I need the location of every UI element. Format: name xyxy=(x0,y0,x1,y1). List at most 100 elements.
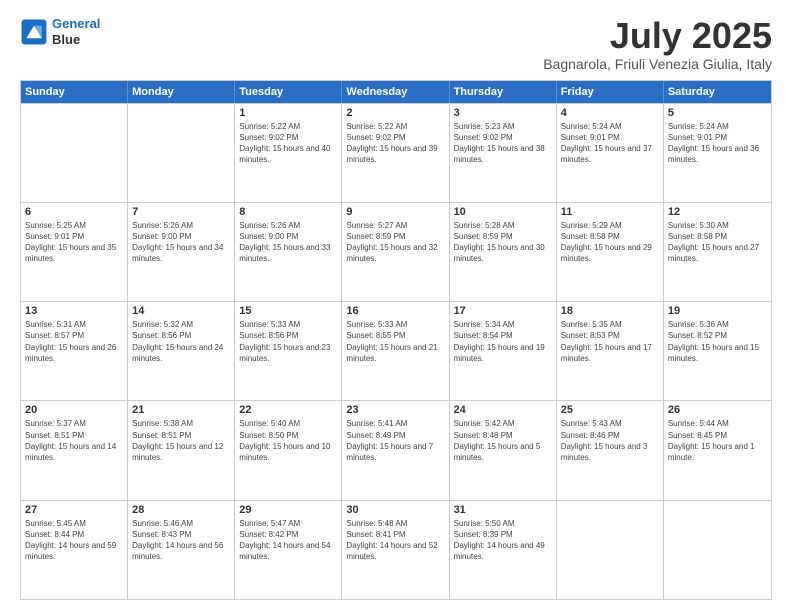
header: General Blue July 2025 Bagnarola, Friuli… xyxy=(20,16,772,72)
cal-cell: 7 Sunrise: 5:26 AMSunset: 9:00 PMDaylight… xyxy=(128,203,235,301)
day-info: Sunrise: 5:48 AMSunset: 8:41 PMDaylight:… xyxy=(346,518,444,563)
day-info: Sunrise: 5:23 AMSunset: 9:02 PMDaylight:… xyxy=(454,121,552,166)
day-number: 15 xyxy=(239,305,337,317)
day-info: Sunrise: 5:50 AMSunset: 8:39 PMDaylight:… xyxy=(454,518,552,563)
day-info: Sunrise: 5:35 AMSunset: 8:53 PMDaylight:… xyxy=(561,319,659,364)
day-info: Sunrise: 5:22 AMSunset: 9:02 PMDaylight:… xyxy=(239,121,337,166)
day-info: Sunrise: 5:45 AMSunset: 8:44 PMDaylight:… xyxy=(25,518,123,563)
day-number: 29 xyxy=(239,504,337,516)
cal-cell: 15Sunrise: 5:33 AMSunset: 8:56 PMDayligh… xyxy=(235,302,342,400)
cal-cell xyxy=(128,104,235,202)
cal-cell: 28 Sunrise: 5:46 AMSunset: 8:43 PMDayligh… xyxy=(128,501,235,599)
day-info: Sunrise: 5:40 AMSunset: 8:50 PMDaylight:… xyxy=(239,418,337,463)
day-number: 7 xyxy=(132,206,230,218)
header-day-wednesday: Wednesday xyxy=(342,81,449,103)
week-row-3: 13 Sunrise: 5:31 AMSunset: 8:57 PMDayligh… xyxy=(21,301,771,400)
logo-icon xyxy=(20,18,48,46)
day-info: Sunrise: 5:32 AMSunset: 8:56 PMDaylight:… xyxy=(132,319,230,364)
day-number: 6 xyxy=(25,206,123,218)
day-number: 5 xyxy=(668,107,767,119)
day-number: 25 xyxy=(561,404,659,416)
cal-cell: 26Sunrise: 5:44 AMSunset: 8:45 PMDayligh… xyxy=(664,401,771,499)
cal-cell: 31 Sunrise: 5:50 AMSunset: 8:39 PMDayligh… xyxy=(450,501,557,599)
cal-cell xyxy=(664,501,771,599)
day-number: 31 xyxy=(454,504,552,516)
cal-cell: 21 Sunrise: 5:38 AMSunset: 8:51 PMDayligh… xyxy=(128,401,235,499)
day-info: Sunrise: 5:38 AMSunset: 8:51 PMDaylight:… xyxy=(132,418,230,463)
day-number: 19 xyxy=(668,305,767,317)
day-number: 22 xyxy=(239,404,337,416)
day-info: Sunrise: 5:29 AMSunset: 8:58 PMDaylight:… xyxy=(561,220,659,265)
day-info: Sunrise: 5:46 AMSunset: 8:43 PMDaylight:… xyxy=(132,518,230,563)
cal-cell: 25 Sunrise: 5:43 AMSunset: 8:46 PMDayligh… xyxy=(557,401,664,499)
calendar-header: SundayMondayTuesdayWednesdayThursdayFrid… xyxy=(21,81,771,103)
day-info: Sunrise: 5:31 AMSunset: 8:57 PMDaylight:… xyxy=(25,319,123,364)
cal-cell: 14Sunrise: 5:32 AMSunset: 8:56 PMDayligh… xyxy=(128,302,235,400)
day-number: 1 xyxy=(239,107,337,119)
cal-cell: 22 Sunrise: 5:40 AMSunset: 8:50 PMDayligh… xyxy=(235,401,342,499)
cal-cell: 23 Sunrise: 5:41 AMSunset: 8:49 PMDayligh… xyxy=(342,401,449,499)
header-day-monday: Monday xyxy=(128,81,235,103)
day-info: Sunrise: 5:43 AMSunset: 8:46 PMDaylight:… xyxy=(561,418,659,463)
day-info: Sunrise: 5:28 AMSunset: 8:59 PMDaylight:… xyxy=(454,220,552,265)
cal-cell: 5Sunrise: 5:24 AMSunset: 9:01 PMDaylight… xyxy=(664,104,771,202)
week-row-2: 6 Sunrise: 5:25 AMSunset: 9:01 PMDaylight… xyxy=(21,202,771,301)
day-number: 26 xyxy=(668,404,767,416)
day-info: Sunrise: 5:22 AMSunset: 9:02 PMDaylight:… xyxy=(346,121,444,166)
day-number: 16 xyxy=(346,305,444,317)
cal-cell: 24Sunrise: 5:42 AMSunset: 8:48 PMDayligh… xyxy=(450,401,557,499)
cal-cell: 11 Sunrise: 5:29 AMSunset: 8:58 PMDayligh… xyxy=(557,203,664,301)
cal-cell: 16 Sunrise: 5:33 AMSunset: 8:55 PMDayligh… xyxy=(342,302,449,400)
day-number: 9 xyxy=(346,206,444,218)
cal-cell: 10 Sunrise: 5:28 AMSunset: 8:59 PMDayligh… xyxy=(450,203,557,301)
day-number: 20 xyxy=(25,404,123,416)
day-info: Sunrise: 5:30 AMSunset: 8:58 PMDaylight:… xyxy=(668,220,767,265)
cal-cell: 30 Sunrise: 5:48 AMSunset: 8:41 PMDayligh… xyxy=(342,501,449,599)
page: General Blue July 2025 Bagnarola, Friuli… xyxy=(0,0,792,612)
main-title: July 2025 xyxy=(543,16,772,56)
day-info: Sunrise: 5:41 AMSunset: 8:49 PMDaylight:… xyxy=(346,418,444,463)
cal-cell: 17 Sunrise: 5:34 AMSunset: 8:54 PMDayligh… xyxy=(450,302,557,400)
cal-cell: 1 Sunrise: 5:22 AMSunset: 9:02 PMDaylight… xyxy=(235,104,342,202)
day-info: Sunrise: 5:34 AMSunset: 8:54 PMDaylight:… xyxy=(454,319,552,364)
day-number: 18 xyxy=(561,305,659,317)
day-number: 12 xyxy=(668,206,767,218)
cal-cell: 3 Sunrise: 5:23 AMSunset: 9:02 PMDaylight… xyxy=(450,104,557,202)
day-info: Sunrise: 5:27 AMSunset: 8:59 PMDaylight:… xyxy=(346,220,444,265)
day-number: 4 xyxy=(561,107,659,119)
cal-cell xyxy=(557,501,664,599)
cal-cell: 29Sunrise: 5:47 AMSunset: 8:42 PMDayligh… xyxy=(235,501,342,599)
day-info: Sunrise: 5:25 AMSunset: 9:01 PMDaylight:… xyxy=(25,220,123,265)
header-day-tuesday: Tuesday xyxy=(235,81,342,103)
week-row-4: 20Sunrise: 5:37 AMSunset: 8:51 PMDayligh… xyxy=(21,400,771,499)
day-info: Sunrise: 5:26 AMSunset: 9:00 PMDaylight:… xyxy=(239,220,337,265)
cal-cell: 18 Sunrise: 5:35 AMSunset: 8:53 PMDayligh… xyxy=(557,302,664,400)
day-info: Sunrise: 5:36 AMSunset: 8:52 PMDaylight:… xyxy=(668,319,767,364)
cal-cell: 12 Sunrise: 5:30 AMSunset: 8:58 PMDayligh… xyxy=(664,203,771,301)
header-day-thursday: Thursday xyxy=(450,81,557,103)
cal-cell: 8 Sunrise: 5:26 AMSunset: 9:00 PMDaylight… xyxy=(235,203,342,301)
day-number: 28 xyxy=(132,504,230,516)
day-number: 30 xyxy=(346,504,444,516)
week-row-5: 27Sunrise: 5:45 AMSunset: 8:44 PMDayligh… xyxy=(21,500,771,599)
day-number: 3 xyxy=(454,107,552,119)
title-block: July 2025 Bagnarola, Friuli Venezia Giul… xyxy=(543,16,772,72)
day-number: 2 xyxy=(346,107,444,119)
day-number: 8 xyxy=(239,206,337,218)
day-number: 23 xyxy=(346,404,444,416)
week-row-1: 1 Sunrise: 5:22 AMSunset: 9:02 PMDaylight… xyxy=(21,103,771,202)
day-number: 17 xyxy=(454,305,552,317)
header-day-friday: Friday xyxy=(557,81,664,103)
logo: General Blue xyxy=(20,16,100,47)
day-number: 10 xyxy=(454,206,552,218)
day-number: 13 xyxy=(25,305,123,317)
day-info: Sunrise: 5:33 AMSunset: 8:55 PMDaylight:… xyxy=(346,319,444,364)
day-number: 21 xyxy=(132,404,230,416)
cal-cell: 6 Sunrise: 5:25 AMSunset: 9:01 PMDaylight… xyxy=(21,203,128,301)
cal-cell: 19 Sunrise: 5:36 AMSunset: 8:52 PMDayligh… xyxy=(664,302,771,400)
cal-cell xyxy=(21,104,128,202)
day-info: Sunrise: 5:24 AMSunset: 9:01 PMDaylight:… xyxy=(561,121,659,166)
day-info: Sunrise: 5:26 AMSunset: 9:00 PMDaylight:… xyxy=(132,220,230,265)
day-number: 11 xyxy=(561,206,659,218)
header-day-saturday: Saturday xyxy=(664,81,771,103)
